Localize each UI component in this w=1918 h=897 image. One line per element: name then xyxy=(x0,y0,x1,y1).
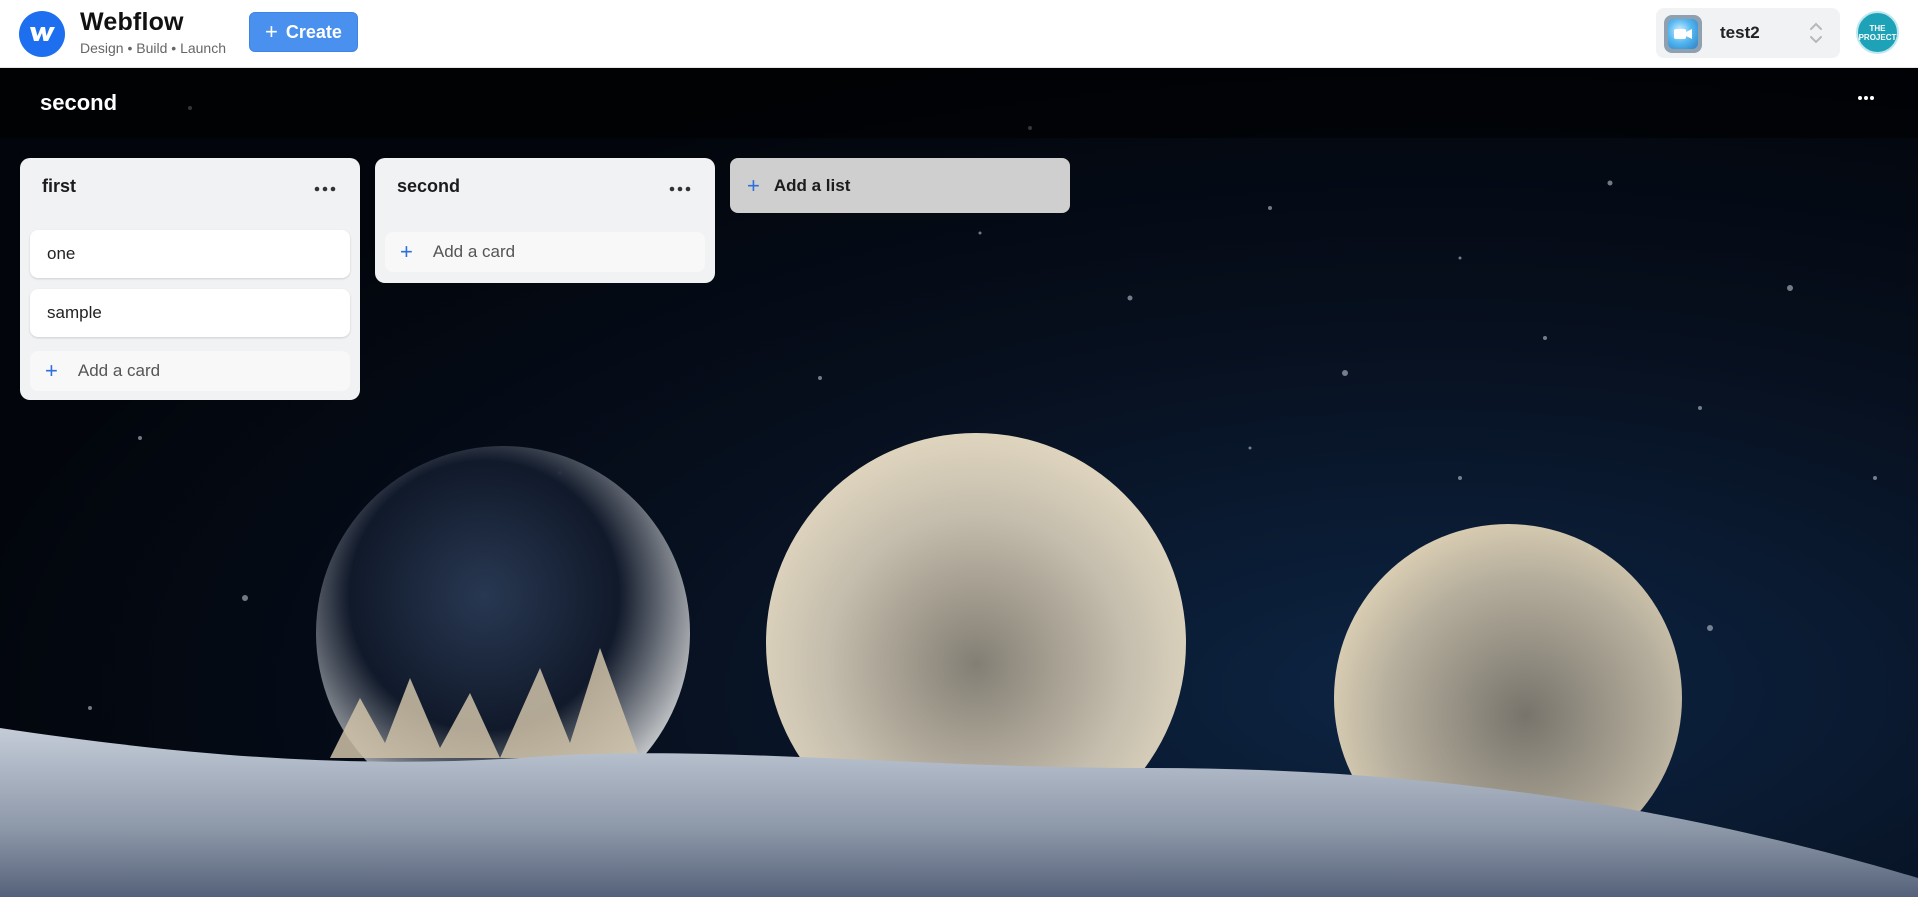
card[interactable]: one xyxy=(30,230,350,278)
workspace-switcher[interactable]: test2 xyxy=(1656,8,1840,58)
board-header: second xyxy=(0,68,1918,138)
plus-icon: + xyxy=(747,172,760,198)
app-name: Webflow xyxy=(80,8,184,36)
plus-icon: + xyxy=(45,358,58,383)
list-menu-button[interactable] xyxy=(667,182,693,196)
list-title[interactable]: first xyxy=(42,176,76,197)
create-button-label: Create xyxy=(285,21,342,42)
board-canvas: second first one sample + Add a card sec xyxy=(0,68,1918,897)
add-list-label: Add a list xyxy=(773,175,851,195)
workspace-video-icon xyxy=(1664,15,1702,53)
workspace-icon-tile xyxy=(1668,19,1698,49)
add-card-button[interactable]: + Add a card xyxy=(30,351,350,391)
user-avatar[interactable]: THE PROJECT xyxy=(1856,11,1899,54)
board-title[interactable]: second xyxy=(40,90,117,116)
workspace-name: test2 xyxy=(1720,23,1760,42)
plus-icon: + xyxy=(400,239,413,264)
plus-icon: + xyxy=(265,19,278,44)
brand: Webflow Design • Build • Launch xyxy=(80,8,226,56)
more-horizontal-icon xyxy=(669,186,691,192)
add-card-label: Add a card xyxy=(77,361,161,380)
card[interactable]: sample xyxy=(30,289,350,337)
add-card-button[interactable]: + Add a card xyxy=(385,232,705,272)
create-button[interactable]: + Create xyxy=(249,12,358,52)
list-first: first one sample + Add a card xyxy=(20,158,360,400)
board-menu-button[interactable] xyxy=(1852,92,1880,112)
more-horizontal-icon xyxy=(1858,96,1874,100)
chevron-updown-icon xyxy=(1810,22,1822,44)
webflow-logo-icon[interactable] xyxy=(19,11,65,57)
list-second: second + Add a card xyxy=(375,158,715,283)
add-card-label: Add a card xyxy=(432,242,516,261)
top-navbar: Webflow Design • Build • Launch + Create… xyxy=(0,0,1918,68)
add-list-button[interactable]: + Add a list xyxy=(730,158,1070,213)
video-camera-glyph xyxy=(1674,29,1692,39)
list-title[interactable]: second xyxy=(397,176,460,197)
more-horizontal-icon xyxy=(314,186,336,192)
list-menu-button[interactable] xyxy=(312,182,338,196)
webflow-w-glyph xyxy=(30,27,55,41)
app-tagline: Design • Build • Launch xyxy=(80,40,227,56)
